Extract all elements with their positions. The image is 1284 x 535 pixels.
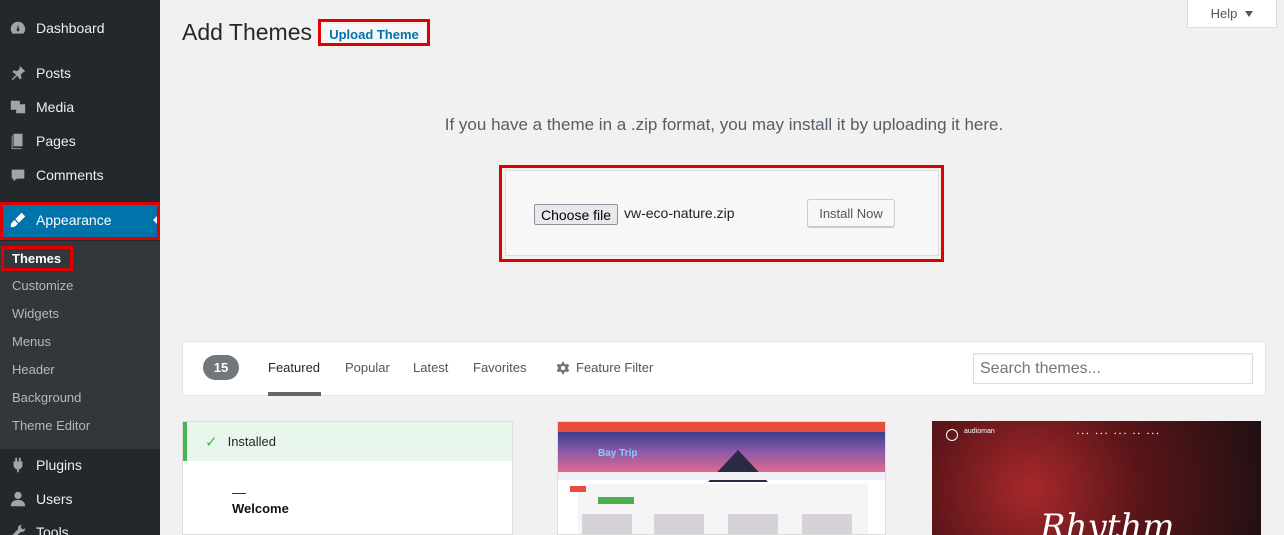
sidebar-item-label: Comments xyxy=(36,167,104,183)
feature-filter-label: Feature Filter xyxy=(576,360,654,375)
page-title: Add Themes xyxy=(182,19,312,45)
pin-icon xyxy=(0,64,36,82)
preview-brand: audioman xyxy=(964,428,995,435)
admin-sidebar: Dashboard Posts Media Pages Comments App… xyxy=(0,0,160,535)
audioman-logo-icon xyxy=(946,429,958,441)
submenu-item-menus[interactable]: Menus xyxy=(12,332,51,352)
brush-icon xyxy=(0,211,36,229)
sidebar-item-plugins[interactable]: Plugins xyxy=(0,448,160,482)
theme-preview-heading: Welcome xyxy=(232,501,289,516)
preview-nav: ▪▪▪ ▪▪▪ ▪▪▪ ▪▪ ▪▪▪ xyxy=(1077,431,1162,437)
submenu-item-header[interactable]: Header xyxy=(12,360,55,380)
sidebar-item-posts[interactable]: Posts xyxy=(0,56,160,90)
appearance-submenu: Themes Customize Widgets Menus Header Ba… xyxy=(0,241,160,449)
tab-popular[interactable]: Popular xyxy=(345,360,390,375)
preview-green-button xyxy=(598,497,634,504)
tab-featured[interactable]: Featured xyxy=(268,360,320,375)
preview-product xyxy=(728,514,778,534)
tab-favorites[interactable]: Favorites xyxy=(473,360,526,375)
sidebar-item-label: Plugins xyxy=(36,457,82,473)
installed-label: Installed xyxy=(227,434,276,449)
help-button[interactable]: Help xyxy=(1187,0,1277,28)
preview-button xyxy=(570,486,586,492)
submenu-item-themes[interactable]: Themes xyxy=(12,249,61,269)
help-label: Help xyxy=(1210,6,1238,21)
preview-logo: Bay Trip xyxy=(598,448,638,459)
comment-icon xyxy=(0,166,36,184)
gear-icon xyxy=(556,361,570,374)
preview-nav xyxy=(558,472,885,480)
users-icon xyxy=(0,490,36,508)
dashboard-icon xyxy=(0,19,36,37)
preview-product xyxy=(654,514,704,534)
choose-file-button[interactable]: Choose file xyxy=(534,204,619,225)
checkmark-icon: ✓ xyxy=(205,433,218,451)
sidebar-item-label: Tools xyxy=(36,524,69,535)
selected-file-name: vw-eco-nature.zip xyxy=(624,205,735,221)
theme-card-audioman[interactable]: audioman ▪▪▪ ▪▪▪ ▪▪▪ ▪▪ ▪▪▪ Rhythm xyxy=(932,421,1261,535)
install-now-button[interactable]: Install Now xyxy=(807,199,895,227)
submenu-item-widgets[interactable]: Widgets xyxy=(12,304,59,324)
sidebar-item-label: Dashboard xyxy=(36,20,105,36)
theme-card-screenshot[interactable]: Bay Trip xyxy=(557,421,886,535)
sidebar-item-comments[interactable]: Comments xyxy=(0,158,160,192)
sidebar-item-label: Users xyxy=(36,491,73,507)
preview-script-text: Rhythm xyxy=(1040,507,1175,535)
sidebar-item-label: Appearance xyxy=(36,212,112,228)
theme-count-badge: 15 xyxy=(203,355,239,380)
divider xyxy=(232,493,246,494)
sidebar-item-users[interactable]: Users xyxy=(0,482,160,516)
sidebar-item-dashboard[interactable]: Dashboard xyxy=(0,11,160,45)
sidebar-item-label: Posts xyxy=(36,65,72,81)
media-icon xyxy=(0,98,36,116)
theme-card-installed[interactable]: ✓ Installed Welcome xyxy=(182,421,513,535)
preview-product xyxy=(582,514,632,534)
sidebar-item-appearance[interactable]: Appearance xyxy=(0,203,160,237)
pages-icon xyxy=(0,132,36,150)
sidebar-item-media[interactable]: Media xyxy=(0,90,160,124)
preview-hero: Bay Trip xyxy=(558,432,885,482)
submenu-item-theme-editor[interactable]: Theme Editor xyxy=(12,416,90,436)
sidebar-item-tools[interactable]: Tools xyxy=(0,515,160,535)
preview-product xyxy=(802,514,852,534)
sidebar-item-label: Media xyxy=(36,99,75,115)
search-themes-input[interactable] xyxy=(973,353,1253,384)
sidebar-item-pages[interactable]: Pages xyxy=(0,124,160,158)
installed-notice: ✓ Installed xyxy=(183,422,512,461)
feature-filter-button[interactable]: Feature Filter xyxy=(556,360,653,375)
submenu-item-customize[interactable]: Customize xyxy=(12,276,73,296)
sidebar-item-label: Pages xyxy=(36,133,76,149)
upload-description: If you have a theme in a .zip format, yo… xyxy=(444,115,1004,134)
plugin-icon xyxy=(0,456,36,474)
caret-down-icon xyxy=(1245,10,1254,17)
submenu-item-background[interactable]: Background xyxy=(12,388,81,408)
preview-topbar xyxy=(558,422,885,432)
current-menu-arrow xyxy=(153,213,160,227)
upload-theme-button[interactable]: Upload Theme xyxy=(322,24,426,44)
current-tab-indicator xyxy=(268,392,321,396)
tools-icon xyxy=(0,523,36,535)
tab-latest[interactable]: Latest xyxy=(413,360,448,375)
